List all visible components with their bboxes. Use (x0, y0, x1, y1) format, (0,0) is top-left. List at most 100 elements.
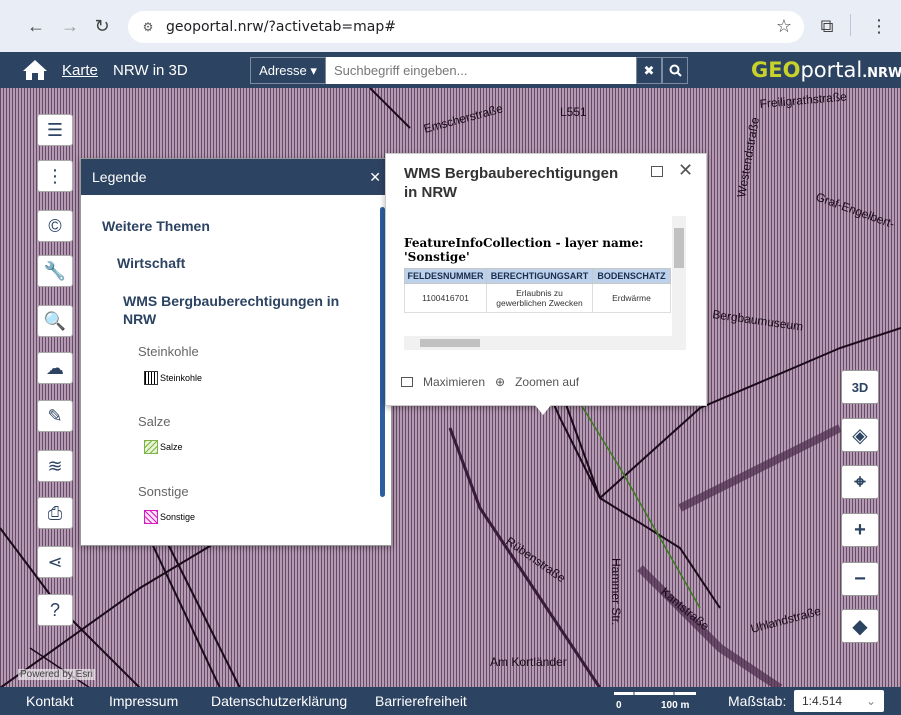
3d-button[interactable]: 3D (841, 370, 879, 404)
legend-item-name: Sonstige (138, 484, 189, 499)
scroll-thumb[interactable] (420, 339, 480, 347)
map-label: Graf-Engelbert- (814, 190, 897, 231)
help-button[interactable]: ? (37, 594, 73, 626)
download-button[interactable]: ☁ (37, 352, 73, 384)
legend-item-label: Steinkohle (160, 373, 203, 383)
maximize-link[interactable]: Maximieren (423, 375, 485, 389)
zoom-to-icon[interactable]: ⊕ (495, 375, 505, 389)
feature-collection-title: FeatureInfoCollection - layer name: 'Son… (404, 236, 644, 264)
column-header: BODENSCHATZ (592, 268, 671, 284)
table-row: 1100416701 Erlaubnis zu gewerblichen Zwe… (404, 283, 671, 313)
scale-distance: 100 m (661, 700, 690, 711)
legend-header: Legende ✕ (81, 159, 391, 195)
compass-icon: ◆ (852, 615, 868, 638)
3d-icon: 3D (851, 379, 869, 395)
popup-content-frame[interactable]: FeatureInfoCollection - layer name: 'Son… (404, 216, 686, 356)
minus-icon: − (854, 567, 866, 590)
layers-icon: ◈ (852, 424, 868, 447)
compass-button[interactable]: ◆ (841, 609, 879, 643)
search-input[interactable] (326, 57, 636, 84)
maximize-icon[interactable] (401, 377, 413, 387)
draw-button[interactable]: ✎ (37, 400, 73, 432)
copyright-button[interactable]: © (37, 210, 73, 242)
back-arrow-icon[interactable]: ← (22, 12, 50, 40)
zoom-to-link[interactable]: Zoomen auf (515, 375, 579, 389)
crosshair-icon: ⌖ (854, 470, 866, 493)
layer-list-button[interactable]: ☰ (37, 114, 73, 146)
legend-item-name: Salze (138, 414, 171, 429)
popup-close-icon[interactable]: ✕ (678, 160, 693, 181)
pencil-icon: ✎ (47, 405, 63, 426)
zoom-out-button[interactable]: − (841, 562, 879, 596)
browser-toolbar: ← → ↻ ⚙ geoportal.nrw/?activetab=map# ☆ … (0, 0, 901, 52)
zoom-in-button[interactable]: + (841, 513, 879, 547)
map-attribution[interactable]: Powered by Esri (18, 669, 95, 680)
map-label: Freiligrathstraße (759, 89, 848, 111)
toolbar-divider (850, 14, 851, 36)
scale-select[interactable]: 1:4.514 ⌄ (794, 690, 884, 712)
map-label: Emscherstraße (422, 101, 505, 136)
tab-karte[interactable]: Karte (62, 62, 98, 79)
document-search-icon: 🔍 (43, 310, 67, 331)
map-road (0, 527, 241, 688)
footer-link-barrierefreiheit[interactable]: Barrierefreiheit (375, 693, 467, 709)
print-icon: ⎙ (47, 502, 63, 523)
legend-body[interactable]: Weitere Themen Wirtschaft WMS Bergbauber… (81, 195, 391, 545)
bookmark-star-icon[interactable]: ☆ (776, 16, 792, 37)
popup-horizontal-scrollbar[interactable] (404, 336, 686, 350)
geoportal-logo[interactable]: GEOportal.NRW (751, 58, 901, 82)
locate-button[interactable]: ⌖ (841, 465, 879, 499)
app-header: Karte NRW in 3D Adresse ▾ ✖ GEOportal.NR… (0, 52, 901, 88)
logo-geo: GEO (751, 58, 801, 82)
legend-group-title[interactable]: Wirtschaft (117, 255, 185, 271)
table-cell: Erlaubnis zu gewerblichen Zwecken (486, 283, 593, 313)
legend-panel: Legende ✕ Weitere Themen Wirtschaft WMS … (80, 158, 392, 546)
popup-pointer (535, 405, 551, 415)
reload-icon[interactable]: ↻ (88, 12, 116, 40)
print-button[interactable]: ⎙ (37, 497, 73, 529)
address-bar[interactable]: ⚙ geoportal.nrw/?activetab=map# ☆ (128, 11, 804, 43)
footer-link-impressum[interactable]: Impressum (109, 693, 178, 709)
legend-item-label: Sonstige (160, 512, 196, 522)
legend-title: Legende (92, 169, 147, 185)
layers-settings-icon: ≋ (47, 455, 63, 476)
feature-info-popup: WMS Bergbauberechtigungen in NRW ✕ Featu… (385, 153, 707, 406)
address-dropdown-button[interactable]: Adresse ▾ (250, 57, 326, 84)
legend-layer-title[interactable]: WMS Bergbauberechtigungen in NRW (123, 292, 353, 328)
search-button[interactable] (662, 57, 688, 84)
extensions-icon[interactable]: ⧉ (813, 12, 841, 40)
legend-section-title[interactable]: Weitere Themen (102, 218, 210, 234)
site-settings-icon[interactable]: ⚙ (140, 19, 156, 35)
forward-arrow-icon[interactable]: → (56, 12, 84, 40)
feature-info-table: FELDESNUMMER BERECHTIGUNGSART BODENSCHAT… (404, 268, 671, 313)
column-header: FELDESNUMMER (404, 268, 487, 284)
search-icon (669, 64, 682, 77)
browser-menu-icon[interactable]: ⋮ (865, 12, 893, 40)
logo-nrw: .NRW (862, 66, 901, 81)
layer-settings-button[interactable]: ≋ (37, 450, 73, 482)
footer-link-datenschutz[interactable]: Datenschutzerklärung (211, 693, 347, 709)
popup-vertical-scrollbar[interactable] (672, 216, 686, 336)
layers-button[interactable]: ◈ (841, 418, 879, 452)
sonstige-symbol (144, 510, 158, 524)
search-document-button[interactable]: 🔍 (37, 305, 73, 337)
scroll-thumb[interactable] (674, 228, 684, 268)
clear-search-button[interactable]: ✖ (636, 57, 662, 84)
scale-zero: 0 (616, 700, 622, 711)
footer-link-kontakt[interactable]: Kontakt (26, 693, 73, 709)
scale-bar (614, 692, 696, 695)
share-button[interactable]: ⋖ (37, 546, 73, 578)
copyright-icon: © (48, 215, 62, 236)
home-icon[interactable] (22, 58, 48, 82)
cloud-download-icon: ☁ (46, 357, 64, 378)
tools-button[interactable]: 🔧 (37, 255, 73, 287)
popup-dock-icon[interactable] (651, 166, 663, 177)
map-main-road (678, 424, 842, 512)
wrench-icon: 🔧 (43, 260, 67, 281)
legend-close-icon[interactable]: ✕ (369, 169, 381, 186)
tab-nrw-3d[interactable]: NRW in 3D (113, 62, 188, 79)
column-header: BERECHTIGUNGSART (486, 268, 593, 284)
scale-label: Maßstab: (728, 693, 787, 709)
more-tools-button[interactable]: ⋮ (37, 160, 73, 192)
map-label: Westendstraße (734, 116, 762, 199)
